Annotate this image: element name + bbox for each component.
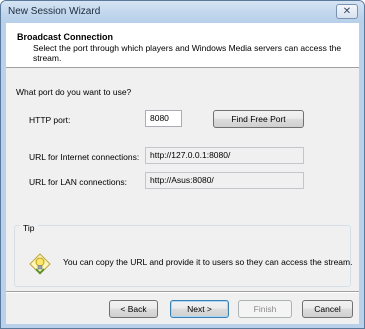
page-description: Select the port through which players an… — [33, 43, 342, 63]
finish-button[interactable]: Finish — [238, 300, 292, 318]
lightbulb-icon — [29, 253, 51, 275]
title-bar: New Session Wizard ✕ — [1, 1, 364, 23]
lan-url-field[interactable]: http://Asus:8080/ — [145, 172, 304, 189]
tip-group — [14, 225, 351, 287]
page-title: Broadcast Connection — [17, 32, 114, 42]
tip-legend: Tip — [20, 223, 38, 233]
http-port-label: HTTP port: — [29, 115, 71, 125]
close-button[interactable]: ✕ — [336, 4, 358, 19]
footer-separator — [6, 291, 359, 293]
wizard-body: Broadcast Connection Select the port thr… — [6, 23, 359, 324]
wizard-window: New Session Wizard ✕ Broadcast Connectio… — [0, 0, 365, 329]
window-title: New Session Wizard — [8, 6, 101, 17]
lan-url-label: URL for LAN connections: — [29, 177, 127, 187]
internet-url-field[interactable]: http://127.0.0.1:8080/ — [145, 147, 304, 164]
tip-text: You can copy the URL and provide it to u… — [63, 257, 353, 267]
header-panel: Broadcast Connection Select the port thr… — [6, 23, 359, 68]
next-button[interactable]: Next > — [170, 300, 229, 318]
close-icon: ✕ — [342, 6, 352, 17]
port-question: What port do you want to use? — [16, 87, 132, 97]
cancel-button[interactable]: Cancel — [302, 300, 353, 318]
back-button[interactable]: < Back — [109, 300, 158, 318]
http-port-input[interactable]: 8080 — [145, 110, 182, 127]
find-free-port-button[interactable]: Find Free Port — [213, 110, 304, 128]
internet-url-label: URL for Internet connections: — [29, 152, 140, 162]
